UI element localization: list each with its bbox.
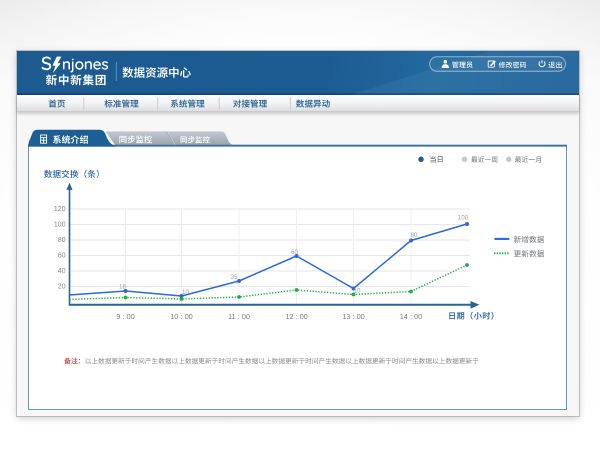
svg-text:60: 60 xyxy=(58,251,66,260)
svg-text:120: 120 xyxy=(54,204,66,213)
svg-text:80: 80 xyxy=(58,235,66,244)
svg-text:11 : 00: 11 : 00 xyxy=(228,312,250,321)
svg-text:20: 20 xyxy=(58,282,66,291)
svg-text:35: 35 xyxy=(231,274,238,281)
svg-text:80: 80 xyxy=(411,232,418,239)
svg-text:9 : 00: 9 : 00 xyxy=(116,312,135,321)
svg-text:12 : 00: 12 : 00 xyxy=(285,312,308,321)
svg-text:10: 10 xyxy=(354,288,361,295)
svg-text:13 : 00: 13 : 00 xyxy=(342,312,365,321)
svg-text:18: 18 xyxy=(119,283,126,290)
svg-text:100: 100 xyxy=(458,215,469,222)
svg-text:10 : 00: 10 : 00 xyxy=(170,312,193,321)
svg-text:100: 100 xyxy=(54,220,66,229)
svg-text:60: 60 xyxy=(291,249,298,256)
svg-text:10: 10 xyxy=(182,289,189,296)
svg-text:40: 40 xyxy=(58,266,66,275)
svg-text:14 : 00: 14 : 00 xyxy=(400,312,423,321)
